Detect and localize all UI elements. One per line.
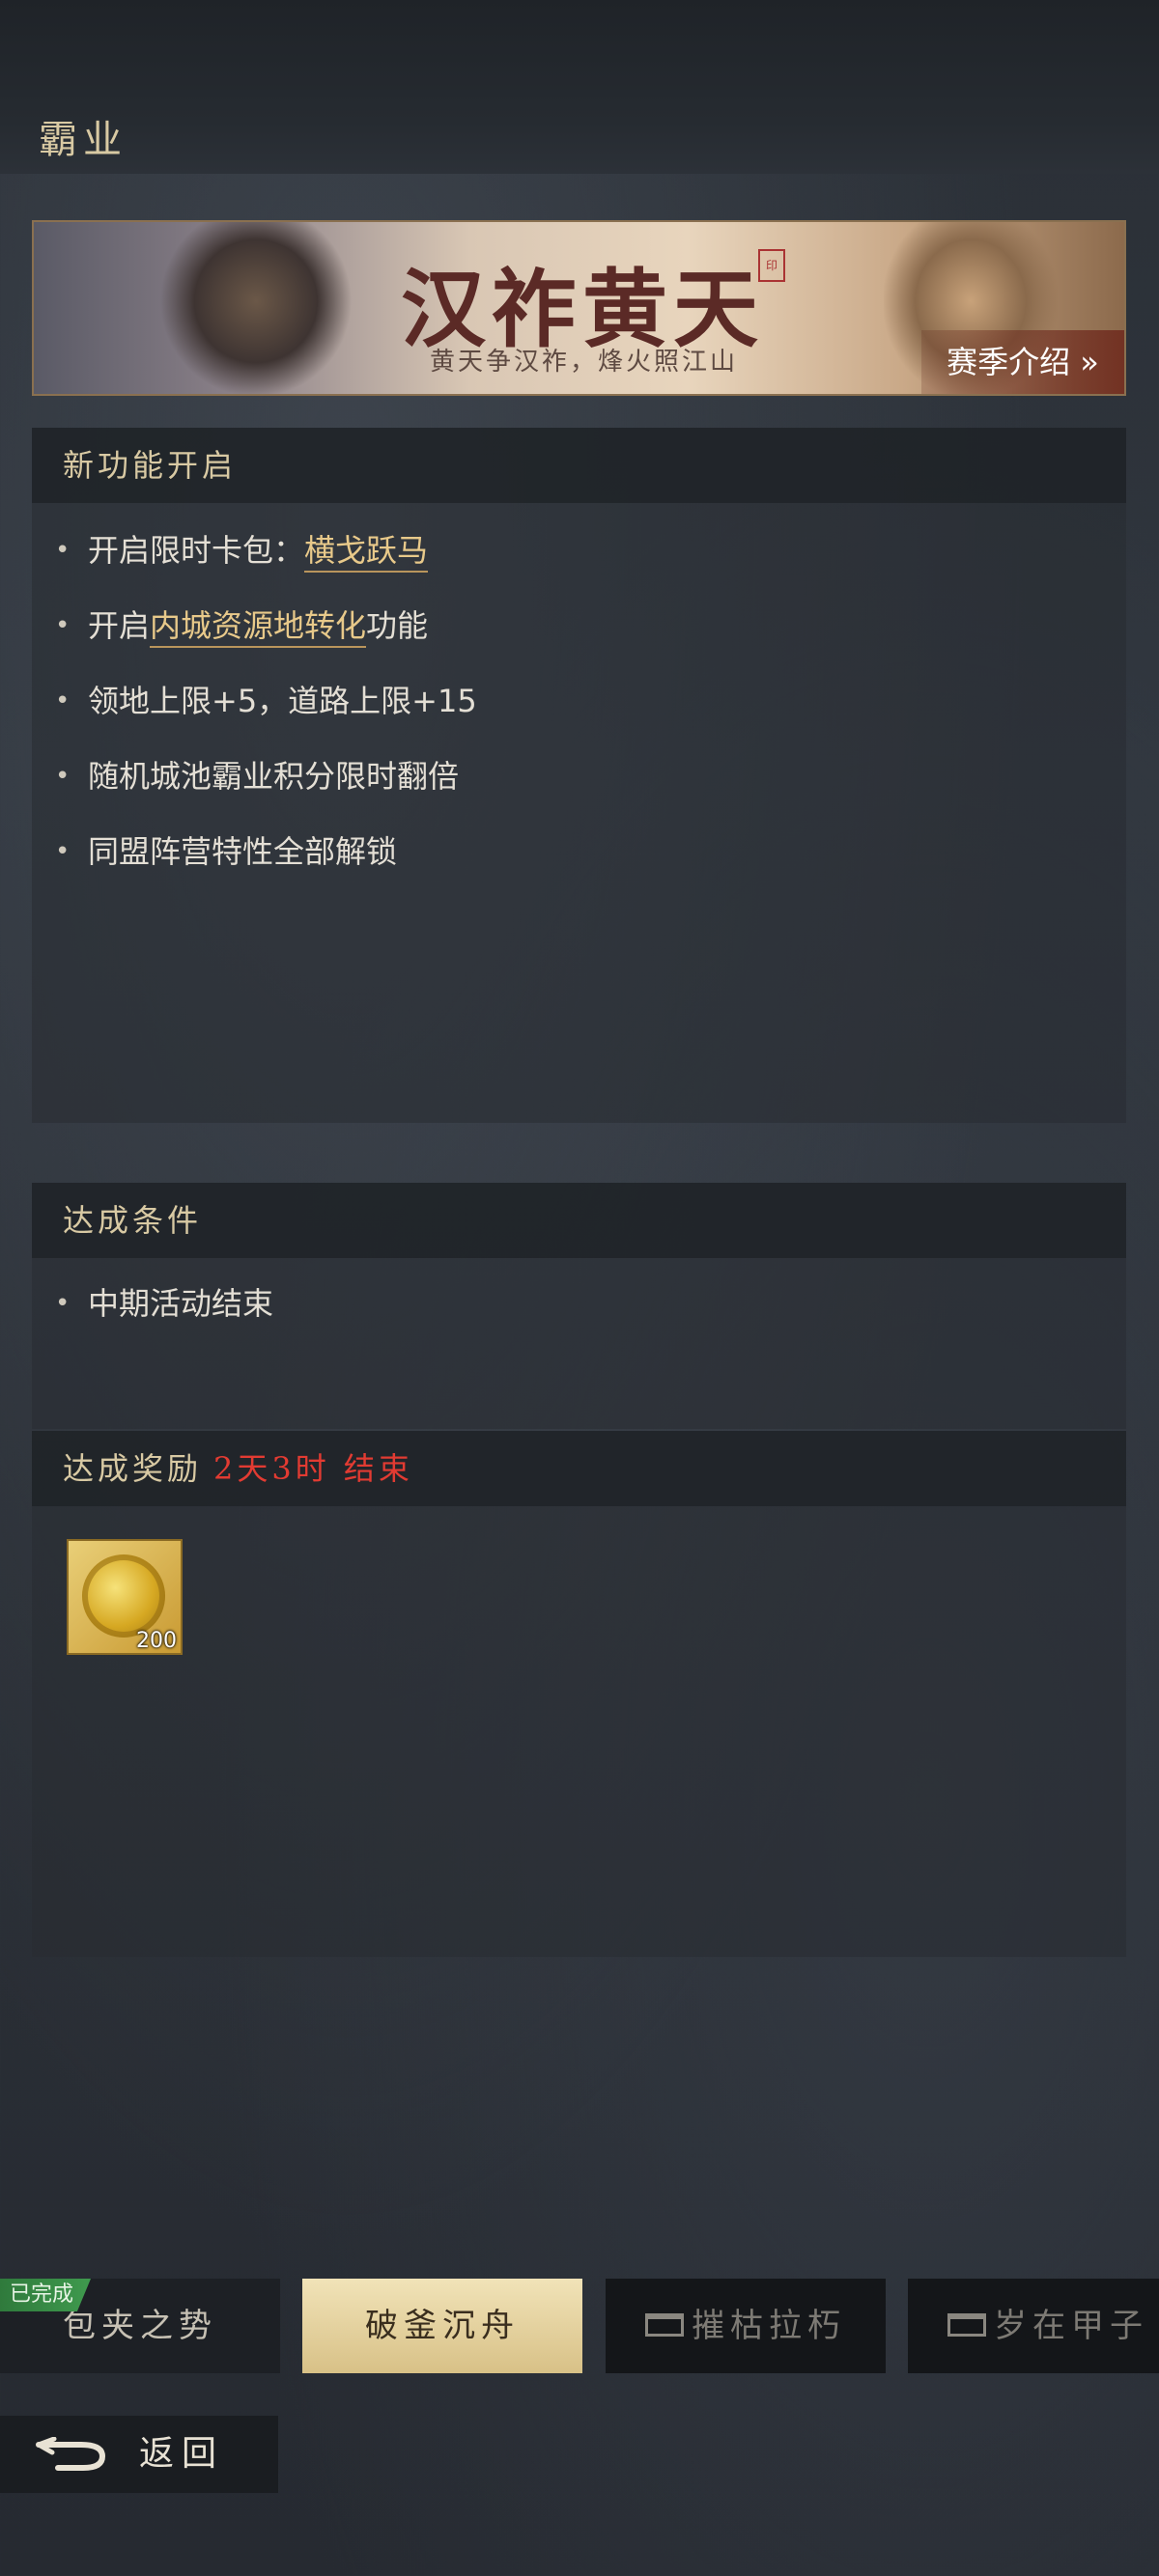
feature-text: 功能 [366, 607, 429, 644]
tab-cuiku[interactable]: 摧枯拉朽 [606, 2279, 886, 2373]
feature-text: 开启 [88, 607, 151, 644]
resource-conversion-link[interactable]: 内城资源地转化 [150, 607, 367, 648]
tab-label: 岁在甲子 [994, 2307, 1148, 2345]
top-bar: 霸业 [0, 0, 1159, 174]
feature-item: 随机城池霸业积分限时翻倍 [32, 739, 1126, 814]
banner-subtitle: 黄天争汉祚，烽火照江山 [430, 348, 739, 377]
reward-countdown: 2天3时 结束 [213, 1450, 413, 1487]
tab-pofu[interactable]: 破釜沉舟 [302, 2279, 582, 2373]
seal-icon: 印 [758, 249, 785, 282]
season-banner[interactable]: 汉祚黄天 印 黄天争汉祚，烽火照江山 赛季介绍 » [32, 220, 1126, 396]
reward-count: 200 [136, 1629, 177, 1653]
features-heading: 新功能开启 [32, 428, 1126, 503]
feature-item: 开启限时卡包：横戈跃马 [32, 513, 1126, 588]
lock-icon [947, 2313, 986, 2337]
feature-item: 领地上限+5，道路上限+15 [32, 663, 1126, 739]
tab-suizai[interactable]: 岁在甲子 [908, 2279, 1159, 2373]
gold-coin-icon [82, 1554, 165, 1638]
feature-text: 开启限时卡包： [88, 532, 305, 569]
back-arrow-icon [36, 2437, 106, 2471]
tab-label: 摧枯拉朽 [692, 2307, 846, 2345]
condition-item: 中期活动结束 [32, 1266, 1126, 1341]
conditions-panel: 达成条件 中期活动结束 [32, 1183, 1126, 1429]
completed-badge: 已完成 [0, 2279, 92, 2311]
new-features-panel: 新功能开启 开启限时卡包：横戈跃马 开启内城资源地转化功能 领地上限+5，道路上… [32, 428, 1126, 1123]
feature-item: 开启内城资源地转化功能 [32, 588, 1126, 663]
reward-heading: 达成奖励 2天3时 结束 [32, 1431, 1126, 1506]
season-intro-button[interactable]: 赛季介绍 » [921, 330, 1124, 394]
banner-warrior-art [159, 222, 353, 394]
conditions-heading: 达成条件 [32, 1183, 1126, 1258]
lock-icon [645, 2313, 684, 2337]
page-title: 霸业 [39, 118, 127, 162]
reward-heading-label: 达成奖励 [63, 1450, 203, 1487]
reward-item[interactable]: 200 [67, 1539, 183, 1655]
back-button[interactable]: 返回 [0, 2416, 278, 2493]
card-pack-link[interactable]: 横戈跃马 [304, 532, 429, 573]
reward-panel: 达成奖励 2天3时 结束 200 [32, 1431, 1126, 1957]
feature-item: 同盟阵营特性全部解锁 [32, 814, 1126, 889]
back-label: 返回 [139, 2434, 225, 2474]
